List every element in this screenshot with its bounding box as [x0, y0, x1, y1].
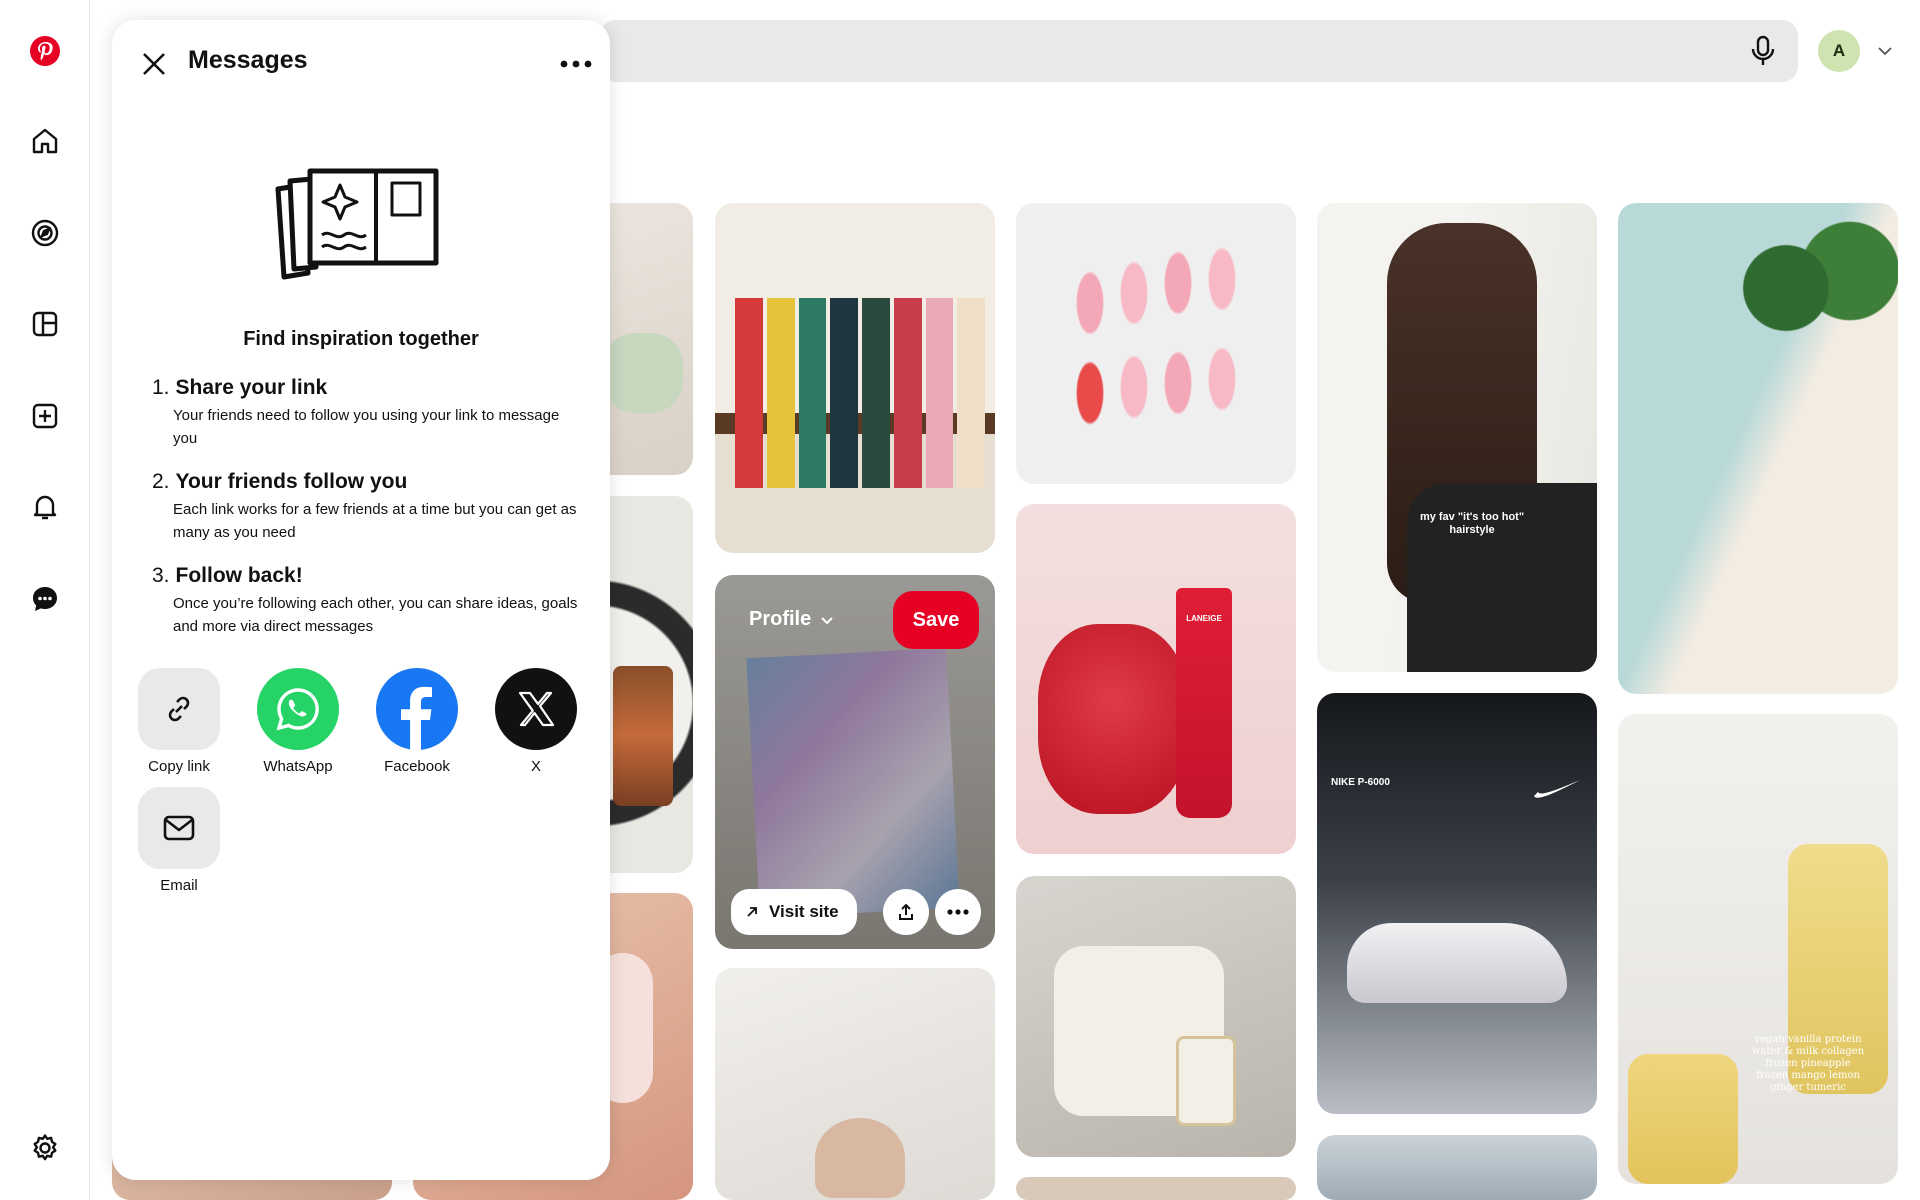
mail-icon [163, 815, 195, 841]
board-select-label: Profile [749, 608, 812, 630]
save-button-label: Save [912, 608, 960, 631]
pin-image[interactable] [1016, 1177, 1296, 1200]
explore-icon[interactable] [21, 209, 69, 257]
chevron-down-icon [821, 616, 833, 624]
step-share-link: 1. Share your link Your friends need to f… [152, 376, 582, 450]
pin-image[interactable] [1618, 203, 1898, 694]
share-label: Email [160, 877, 198, 894]
step-friends-follow: 2. Your friends follow you Each link work… [152, 470, 582, 544]
step-title: Your friends follow you [175, 470, 408, 493]
avatar[interactable]: A [1818, 30, 1860, 72]
ellipsis-icon [947, 909, 969, 915]
account-menu-chevron-icon[interactable] [1874, 40, 1896, 62]
panel-more-options-button[interactable] [556, 44, 596, 84]
email-tile [138, 787, 220, 869]
pin-image[interactable] [715, 203, 995, 553]
x-icon [518, 691, 555, 727]
more-options-button[interactable] [935, 889, 981, 935]
step-body: Your friends need to follow you using yo… [173, 407, 560, 447]
step-title: Share your link [175, 376, 328, 399]
pin-image[interactable] [1317, 1135, 1597, 1200]
facebook-share-button[interactable]: Facebook [362, 668, 472, 775]
close-icon [143, 53, 165, 75]
pin-image[interactable] [715, 968, 995, 1200]
nike-swoosh-icon [1534, 780, 1580, 798]
step-title: Follow back! [175, 564, 303, 587]
ellipsis-icon [560, 60, 592, 68]
close-button[interactable] [134, 44, 174, 84]
step-number: 1. [152, 376, 170, 399]
pin-image[interactable]: my fav "it's too hot" hairstyle [1317, 203, 1597, 672]
pin-hovered[interactable]: Profile Save Visit site [715, 575, 995, 949]
search-bar[interactable] [600, 20, 1798, 82]
settings-icon[interactable] [21, 1124, 69, 1172]
facebook-tile [376, 668, 458, 750]
whatsapp-share-button[interactable]: WhatsApp [243, 668, 353, 775]
avatar-initial: A [1832, 41, 1846, 60]
board-select-dropdown[interactable]: Profile [749, 608, 835, 631]
facebook-icon [401, 686, 432, 750]
pin-caption: NIKE P-6000 [1331, 777, 1390, 788]
pinterest-logo-icon[interactable] [21, 27, 69, 75]
boards-icon[interactable] [21, 300, 69, 348]
pin-caption: vegan vanilla protein water & milk colla… [1751, 1034, 1865, 1093]
create-icon[interactable] [21, 392, 69, 440]
pin-image[interactable] [1016, 203, 1296, 484]
copy-link-button[interactable]: Copy link [124, 668, 234, 775]
step-number: 3. [152, 564, 170, 587]
x-tile [495, 668, 577, 750]
link-icon [168, 696, 190, 722]
whatsapp-icon [276, 688, 319, 731]
copy-link-tile [138, 668, 220, 750]
pin-caption: my fav "it's too hot" hairstyle [1419, 511, 1525, 537]
pin-image[interactable]: vegan vanilla protein water & milk colla… [1618, 714, 1898, 1184]
step-body: Each link works for a few friends at a t… [173, 501, 577, 541]
left-rail [0, 0, 90, 1200]
microphone-icon[interactable] [1745, 33, 1781, 69]
home-icon[interactable] [21, 117, 69, 165]
save-button[interactable]: Save [893, 591, 979, 649]
notifications-icon[interactable] [21, 483, 69, 531]
visit-site-label: Visit site [769, 902, 839, 921]
visit-site-button[interactable]: Visit site [731, 889, 857, 935]
postcards-illustration-icon [275, 168, 439, 280]
share-label: X [530, 758, 541, 775]
email-share-button[interactable]: Email [124, 787, 234, 894]
pin-image[interactable] [1016, 876, 1296, 1157]
brand-text: LANEIGE [1186, 614, 1222, 623]
panel-title: Messages [188, 46, 308, 74]
share-pin-button[interactable] [883, 889, 929, 935]
share-label: Facebook [384, 758, 450, 775]
messages-icon[interactable] [21, 575, 69, 623]
share-label: Copy link [148, 758, 210, 775]
step-body: Once you’re following each other, you ca… [173, 595, 578, 635]
step-follow-back: 3. Follow back! Once you’re following eac… [152, 564, 582, 638]
arrow-up-right-icon [747, 907, 757, 917]
step-number: 2. [152, 470, 170, 493]
x-share-button[interactable]: X [481, 668, 591, 775]
messages-panel: Messages Find inspiration together 1. Sha… [112, 20, 610, 1180]
pin-image[interactable]: NIKE P-6000 [1317, 693, 1597, 1114]
whatsapp-tile [257, 668, 339, 750]
find-inspiration-heading: Find inspiration together [243, 328, 479, 350]
pin-image[interactable]: LANEIGE [1016, 504, 1296, 854]
share-icon [899, 903, 913, 920]
share-label: WhatsApp [263, 758, 333, 775]
